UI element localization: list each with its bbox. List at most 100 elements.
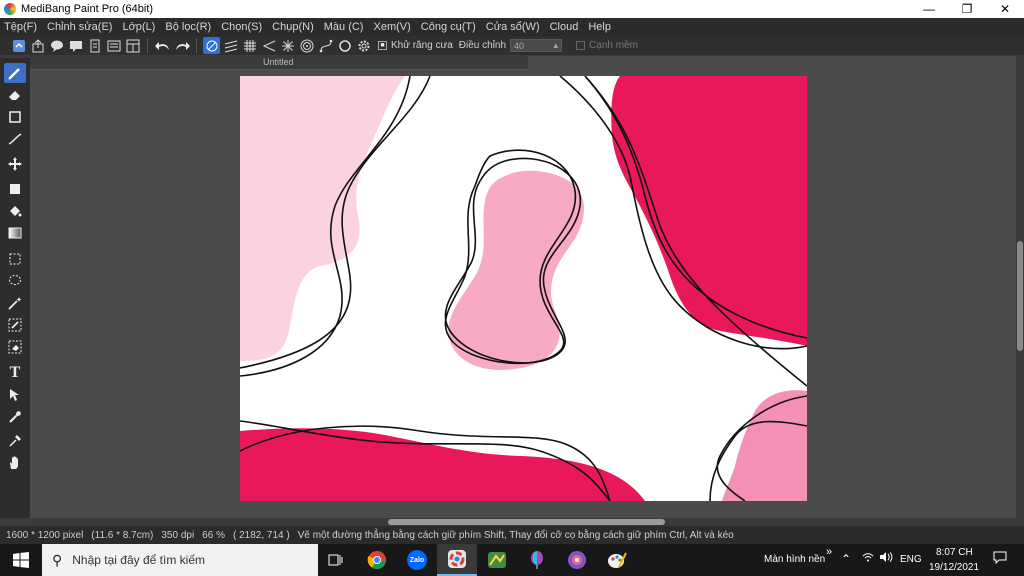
radial-snap-icon[interactable] — [279, 37, 296, 54]
snap-off-icon[interactable] — [203, 37, 220, 54]
menu-cloud[interactable]: Cloud — [550, 21, 579, 33]
magenta-shape-top-right — [611, 76, 807, 346]
medibang-taskbar-icon[interactable] — [437, 544, 477, 576]
restore-button[interactable]: ❐ — [948, 0, 986, 18]
magenta-shape-bottom — [240, 428, 645, 501]
status-bar: 1600 * 1200 pixel (11.6 * 8.7cm) 350 dpi… — [0, 526, 1024, 544]
select-eraser-tool-icon[interactable] — [4, 337, 26, 357]
brush-tool-icon[interactable] — [4, 63, 26, 83]
document-tab[interactable]: Untitled — [30, 56, 528, 70]
menu-view[interactable]: Xem(V) — [373, 21, 410, 33]
hand-tool-icon[interactable] — [4, 453, 26, 473]
grid-snap-icon[interactable] — [241, 37, 258, 54]
horizontal-scroll-thumb[interactable] — [388, 519, 665, 525]
pale-pink-shape — [240, 76, 405, 361]
antialias-label: Khử răng cưa — [391, 40, 453, 51]
fill-shape-tool-icon[interactable] — [4, 179, 26, 199]
menu-help[interactable]: Help — [588, 21, 611, 33]
status-canvas-size: 1600 * 1200 pixel — [6, 529, 84, 541]
language-indicator[interactable]: ENG — [900, 554, 922, 565]
task-view-icon[interactable] — [316, 544, 356, 576]
app-icon[interactable] — [557, 544, 597, 576]
network-icon[interactable] — [862, 551, 874, 566]
clock-date[interactable]: 19/12/2021 — [929, 562, 979, 573]
vertical-scrollbar[interactable] — [1016, 56, 1024, 526]
status-hint: Vẽ một đường thẳng bằng cách giữ phím Sh… — [297, 529, 734, 541]
spin-arrow-icon: ▴ — [553, 40, 559, 50]
horizontal-scrollbar[interactable] — [30, 518, 1016, 526]
antialias-checkbox[interactable]: ■ — [378, 41, 387, 50]
eraser-tool-icon[interactable] — [4, 85, 26, 105]
menu-window[interactable]: Cửa sổ(W) — [486, 21, 540, 33]
page-list-icon[interactable] — [105, 37, 122, 54]
eyedropper-tool-icon[interactable] — [4, 407, 26, 427]
parallel-snap-icon[interactable] — [222, 37, 239, 54]
balloon-icon[interactable] — [517, 544, 557, 576]
pink-shape-bottom-right — [722, 390, 807, 501]
menu-layer[interactable]: Lớp(L) — [122, 21, 155, 33]
lasso-tool-icon[interactable] — [4, 271, 26, 291]
drawing-canvas[interactable] — [240, 76, 807, 501]
title-bar: MediBang Paint Pro (64bit) — ❐ ✕ — [0, 0, 1024, 18]
undo-icon[interactable] — [154, 37, 171, 54]
select-pen-tool-icon[interactable] — [4, 315, 26, 335]
status-physical-size: (11.6 * 8.7cm) — [91, 529, 154, 541]
adjust-value: 40 — [514, 40, 525, 51]
settings-icon[interactable] — [355, 37, 372, 54]
status-dpi: 350 dpi — [161, 529, 195, 541]
page-icon[interactable] — [86, 37, 103, 54]
dropper-tool-icon[interactable] — [4, 431, 26, 451]
menu-edit[interactable]: Chỉnh sửa(E) — [47, 21, 112, 33]
zalo-label: Zalo — [407, 550, 427, 570]
menu-filter[interactable]: Bộ lọc(R) — [165, 21, 211, 33]
layout-icon[interactable] — [124, 37, 141, 54]
status-cursor-position: ( 2182, 714 ) — [232, 529, 290, 541]
bucket-tool-icon[interactable] — [4, 201, 26, 221]
adjust-dropdown[interactable]: 40 ▴ — [510, 39, 563, 52]
chrome-icon[interactable] — [357, 544, 397, 576]
desktop-label[interactable]: Màn hình nền — [764, 554, 825, 565]
smooth-edge-checkbox[interactable] — [576, 41, 586, 50]
share-icon[interactable] — [29, 37, 46, 54]
cloud-save-icon[interactable] — [10, 37, 27, 54]
redo-icon[interactable] — [173, 37, 190, 54]
concentric-snap-icon[interactable] — [298, 37, 315, 54]
zalo-icon[interactable]: Zalo — [397, 544, 437, 576]
smooth-edge-label: Cạnh mềm — [589, 40, 638, 51]
ellipse-snap-icon[interactable] — [336, 37, 353, 54]
start-button[interactable] — [0, 544, 42, 576]
paint-icon[interactable] — [597, 544, 637, 576]
volume-icon[interactable] — [879, 551, 893, 566]
comment-icon[interactable] — [48, 37, 65, 54]
angle-snap-icon[interactable] — [260, 37, 277, 54]
more-chevron-icon[interactable]: » — [826, 546, 832, 558]
magic-wand-tool-icon[interactable] — [4, 293, 26, 313]
game-icon[interactable] — [477, 544, 517, 576]
tool-panel: T — [0, 58, 30, 518]
close-button[interactable]: ✕ — [986, 0, 1024, 18]
rectangle-tool-icon[interactable] — [4, 107, 26, 127]
message-icon[interactable] — [67, 37, 84, 54]
select-tool-icon[interactable] — [4, 249, 26, 269]
taskbar-search-box[interactable]: ⚲ Nhập tại đây để tìm kiếm — [42, 544, 318, 576]
curve-snap-icon[interactable] — [317, 37, 334, 54]
clock-time[interactable]: 8:07 CH — [936, 547, 973, 558]
minimize-button[interactable]: — — [910, 0, 948, 18]
text-tool-icon[interactable]: T — [4, 363, 26, 383]
menu-tools[interactable]: Công cụ(T) — [421, 21, 476, 33]
toolbar: ■ Khử răng cưa Điều chỉnh 40 ▴ Cạnh mềm — [0, 36, 1024, 55]
move-tool-icon[interactable] — [4, 154, 26, 174]
window-title: MediBang Paint Pro (64bit) — [21, 3, 154, 15]
notification-icon[interactable] — [993, 551, 1007, 567]
menu-select[interactable]: Chọn(S) — [221, 21, 262, 33]
adjust-label: Điều chỉnh — [458, 40, 507, 51]
gradient-tool-icon[interactable] — [4, 223, 26, 243]
vertical-scroll-thumb[interactable] — [1017, 241, 1023, 351]
search-icon: ⚲ — [52, 551, 63, 568]
operation-tool-icon[interactable] — [4, 385, 26, 405]
menu-color[interactable]: Màu (C) — [324, 21, 364, 33]
tray-up-arrow-icon[interactable]: ⌃ — [841, 552, 851, 566]
menu-capture[interactable]: Chụp(N) — [272, 21, 314, 33]
line-tool-icon[interactable] — [4, 129, 26, 149]
menu-file[interactable]: Tệp(F) — [4, 21, 37, 33]
